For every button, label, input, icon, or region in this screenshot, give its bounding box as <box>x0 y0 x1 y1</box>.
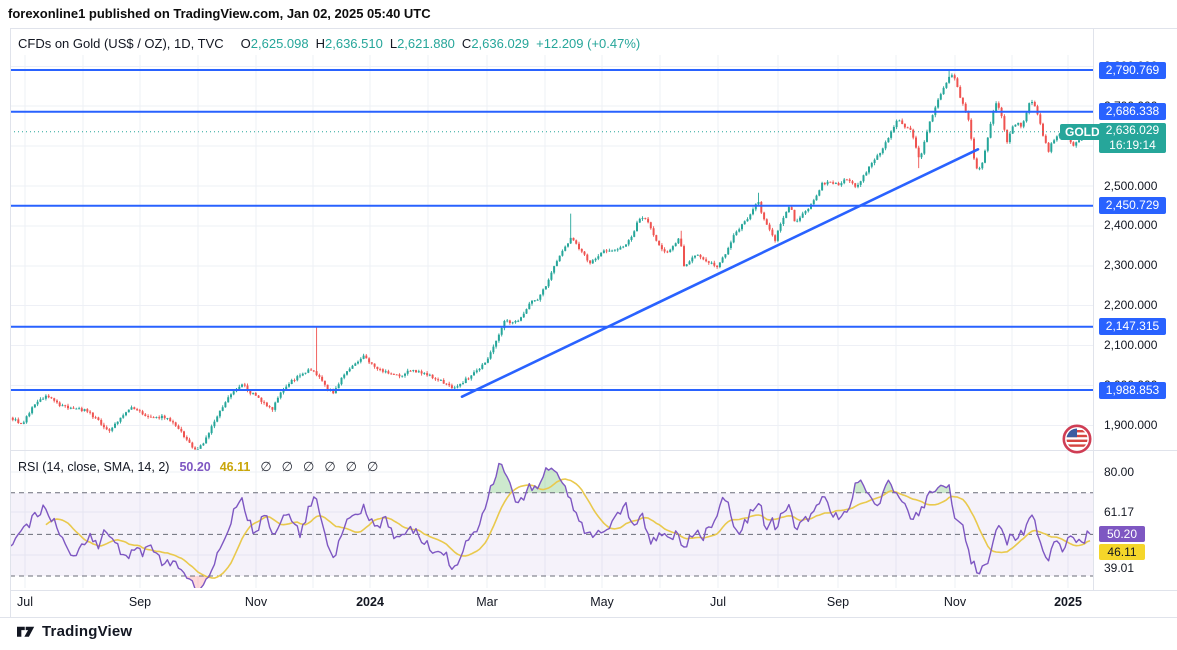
ohlc-key: O <box>240 36 251 51</box>
price-scale-label: 2,100.000 <box>1104 338 1158 352</box>
price-scale-label: 2,300.000 <box>1104 258 1158 272</box>
horizontal-level-lines[interactable] <box>10 69 1093 391</box>
rsi-value: 50.20 <box>179 460 211 474</box>
price-scale-label: 2,400.000 <box>1104 218 1158 232</box>
time-axis-label: Jul <box>710 595 726 609</box>
widget-bottom-border <box>0 617 1177 618</box>
ohlc-values: O2,625.098 H2,636.510 L2,621.880 C2,636.029 <box>234 36 530 51</box>
symbol-legend: CFDs on Gold (US$ / OZ), 1D, TVC O2,625.0… <box>18 36 640 51</box>
last-price-badge: 2,636.029 16:19:14 <box>1099 123 1166 153</box>
ohlc-value: 2,625.098 <box>250 36 309 51</box>
widget-left-border <box>10 28 11 618</box>
change-value: +12.209 (+0.47%) <box>536 36 641 51</box>
price-level-badge: 2,450.729 <box>1099 197 1166 214</box>
time-axis-label: Sep <box>826 595 850 609</box>
ohlc-key: C <box>461 36 472 51</box>
time-axis-label: Nov <box>943 595 967 609</box>
rsi-sma-value: 46.11 <box>219 460 251 474</box>
us-flag-icon[interactable] <box>1061 423 1093 455</box>
time-axis-label: 2025 <box>1054 595 1082 609</box>
rsi-scale-label: 39.01 <box>1104 561 1135 575</box>
ohlc-value: 2,621.880 <box>397 36 455 51</box>
rsi-empty-value: ∅ <box>302 459 315 474</box>
rsi-empty-value: ∅ <box>324 459 336 474</box>
last-price: 2,636.029 <box>1105 123 1160 137</box>
price-scale-label: 2,500.000 <box>1104 179 1158 193</box>
price-level-badge: 2,790.769 <box>1099 62 1166 79</box>
price-level-badge: 1,988.853 <box>1099 382 1166 399</box>
widget-top-border <box>10 28 1177 29</box>
symbol-price-flag: GOLD <box>1060 124 1105 140</box>
price-level-badge: 2,147.315 <box>1099 318 1166 335</box>
price-level-badge: 2,686.338 <box>1099 103 1166 120</box>
rsi-sma-badge: 46.11 <box>1099 544 1145 560</box>
rsi-empty-values: ∅ ∅ ∅ ∅ ∅ ∅ <box>250 459 379 474</box>
price-scale-label: 1,900.000 <box>1104 418 1158 432</box>
pane-divider[interactable] <box>10 450 1177 451</box>
ohlc-key: L <box>389 36 398 51</box>
symbol-title[interactable]: CFDs on Gold (US$ / OZ), 1D, TVC <box>18 36 224 51</box>
time-axis-label: Nov <box>244 595 268 609</box>
tradingview-screenshot: forexonline1 published on TradingView.co… <box>0 0 1177 650</box>
time-axis-label: 2024 <box>356 595 384 609</box>
time-scale-separator <box>10 590 1177 591</box>
time-axis-label: Sep <box>128 595 152 609</box>
rsi-scale-label: 80.00 <box>1104 465 1135 479</box>
price-scale-label: 2,200.000 <box>1104 298 1158 312</box>
ohlc-key: H <box>315 36 325 51</box>
time-axis-label: Mar <box>476 595 498 609</box>
chart-canvas[interactable] <box>0 0 1177 650</box>
tradingview-wordmark: TradingView <box>42 623 133 640</box>
time-axis-label: May <box>590 595 614 609</box>
rsi-value-badge: 50.20 <box>1099 526 1145 542</box>
rsi-pane <box>10 462 1093 588</box>
tradingview-footer-link[interactable]: TradingView <box>16 623 132 640</box>
time-axis-label: Jul <box>17 595 33 609</box>
ohlc-value: 2,636.510 <box>325 36 383 51</box>
price-scale-separator[interactable] <box>1093 28 1094 590</box>
rsi-title[interactable]: RSI (14, close, SMA, 14, 2) <box>18 460 169 474</box>
rsi-empty-value: ∅ <box>281 459 293 474</box>
rsi-empty-value: ∅ <box>366 459 379 474</box>
ohlc-value: 2,636.029 <box>471 36 530 51</box>
rsi-legend: RSI (14, close, SMA, 14, 2) 50.20 46.11 ∅ ∅ ∅… <box>18 459 378 475</box>
candlestick-series <box>10 70 1091 450</box>
bar-countdown: 16:19:14 <box>1109 138 1156 152</box>
publish-header: forexonline1 published on TradingView.co… <box>8 6 431 21</box>
rsi-empty-value: ∅ <box>345 459 357 474</box>
rsi-empty-value: ∅ <box>260 459 272 474</box>
tradingview-logo-icon <box>17 626 35 637</box>
rsi-scale-label: 61.17 <box>1104 505 1135 519</box>
